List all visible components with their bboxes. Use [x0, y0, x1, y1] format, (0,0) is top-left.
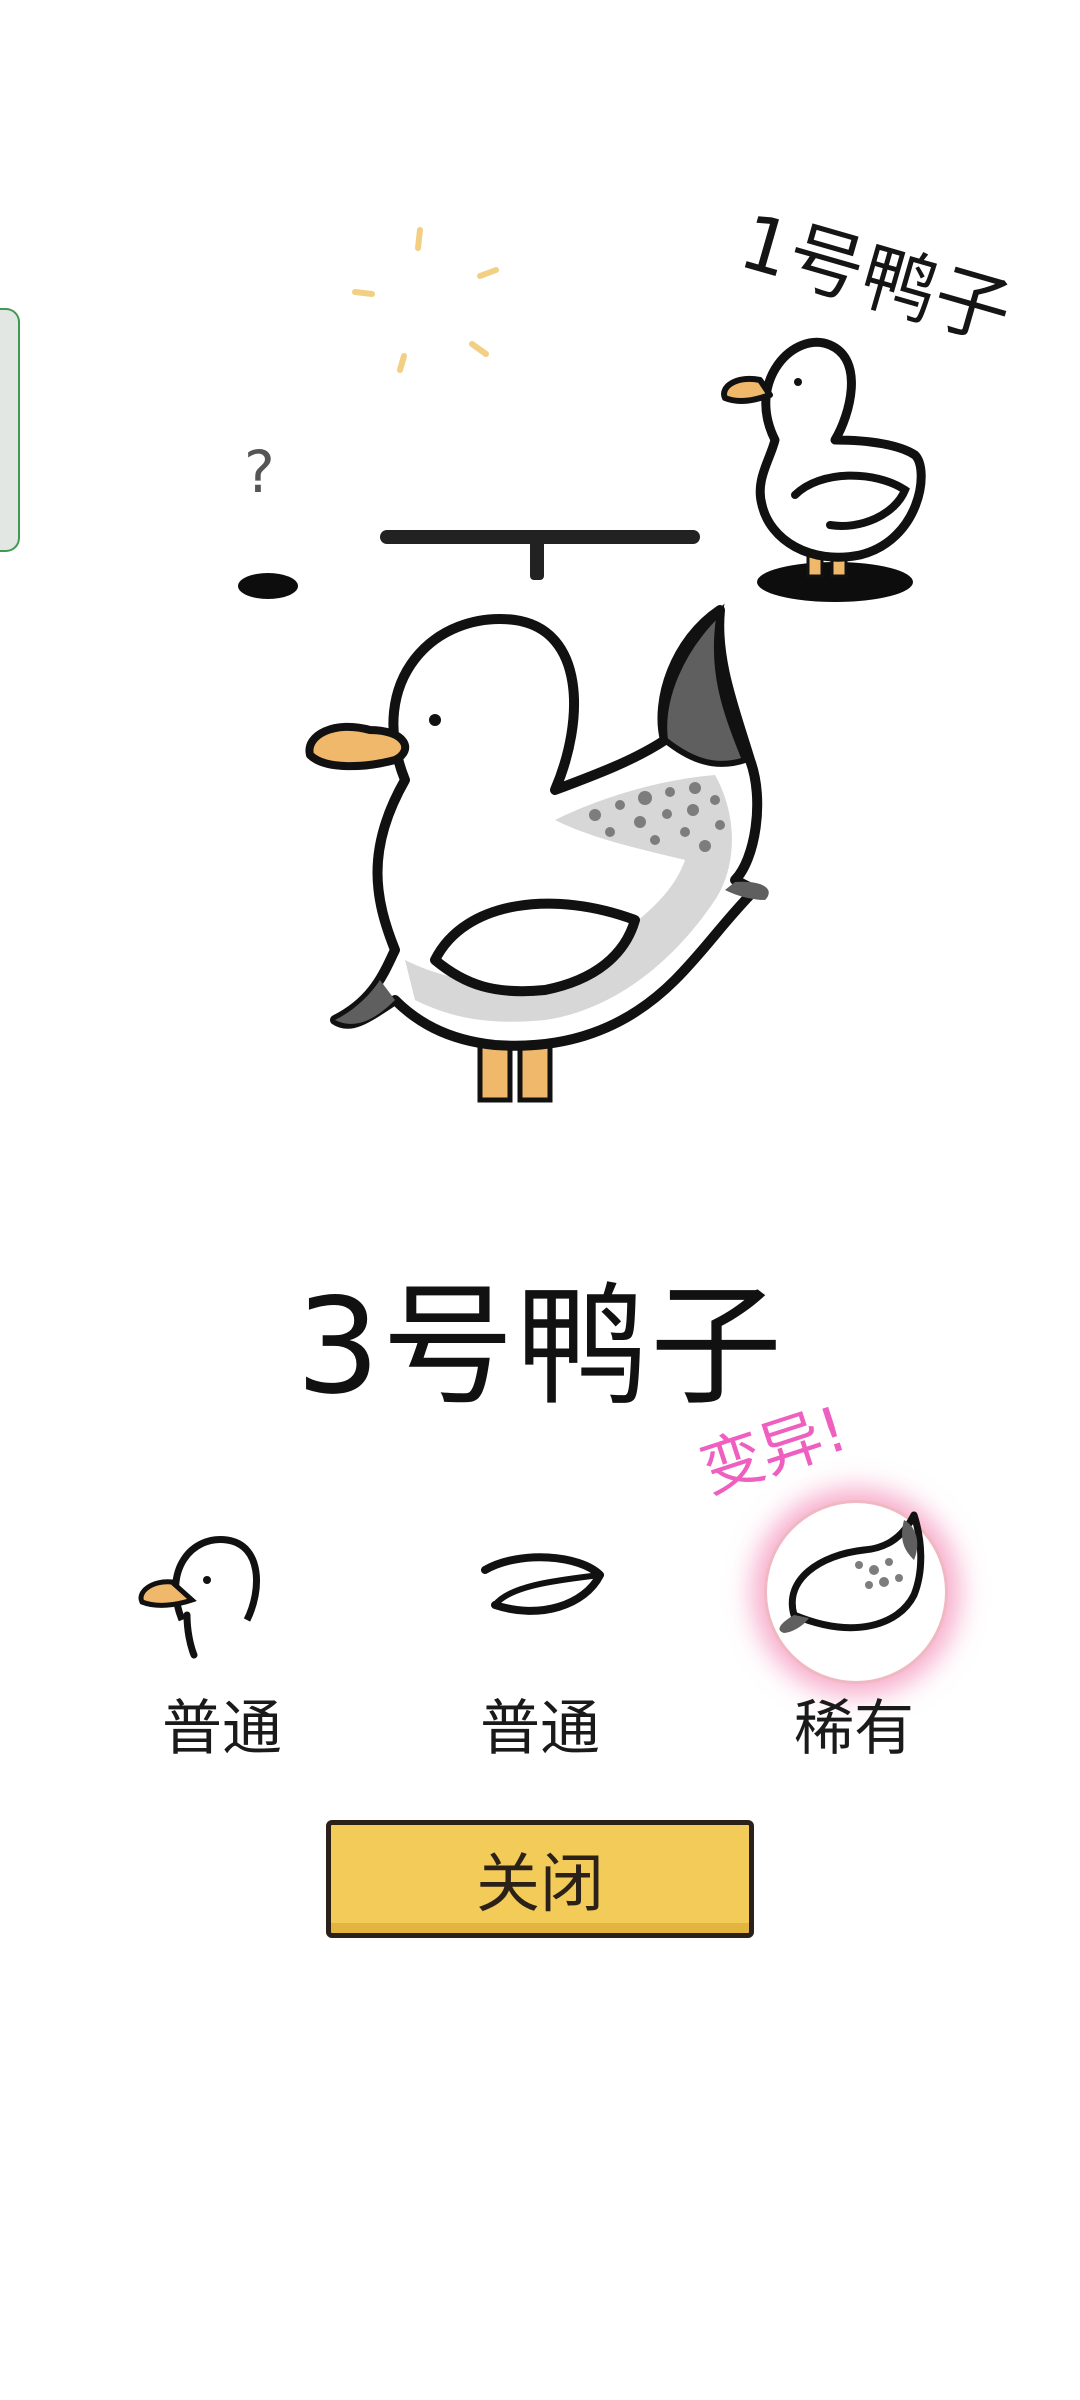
part-head[interactable]: 普通	[132, 1510, 312, 1764]
mutated-duck-icon[interactable]	[295, 600, 795, 1130]
part-wing[interactable]: 普通	[450, 1510, 630, 1764]
empty-spot-shadow	[238, 573, 298, 599]
part-tail[interactable]: 稀有	[764, 1500, 948, 1764]
part-rarity-label: 稀有	[794, 1694, 914, 1764]
close-button[interactable]: 关闭	[326, 1820, 754, 1938]
part-rarity-label: 普通	[162, 1694, 282, 1764]
duck-wing-icon	[481, 1553, 604, 1615]
sparkle-icon	[352, 227, 499, 373]
spotted-tail-icon	[779, 1511, 925, 1633]
game-screen: ? 1号鸭子 3号鸭子 变异! 普通 普通 稀有 关闭	[0, 0, 1080, 2400]
duck-name-title: 3号鸭子	[296, 1270, 784, 1424]
side-drawer-tab[interactable]	[0, 308, 20, 552]
part-rarity-label: 普通	[480, 1694, 600, 1764]
plank-table	[380, 530, 700, 580]
duck-head-icon	[138, 1536, 260, 1659]
small-duck-icon[interactable]	[700, 320, 950, 610]
question-mark: ?	[244, 438, 275, 506]
